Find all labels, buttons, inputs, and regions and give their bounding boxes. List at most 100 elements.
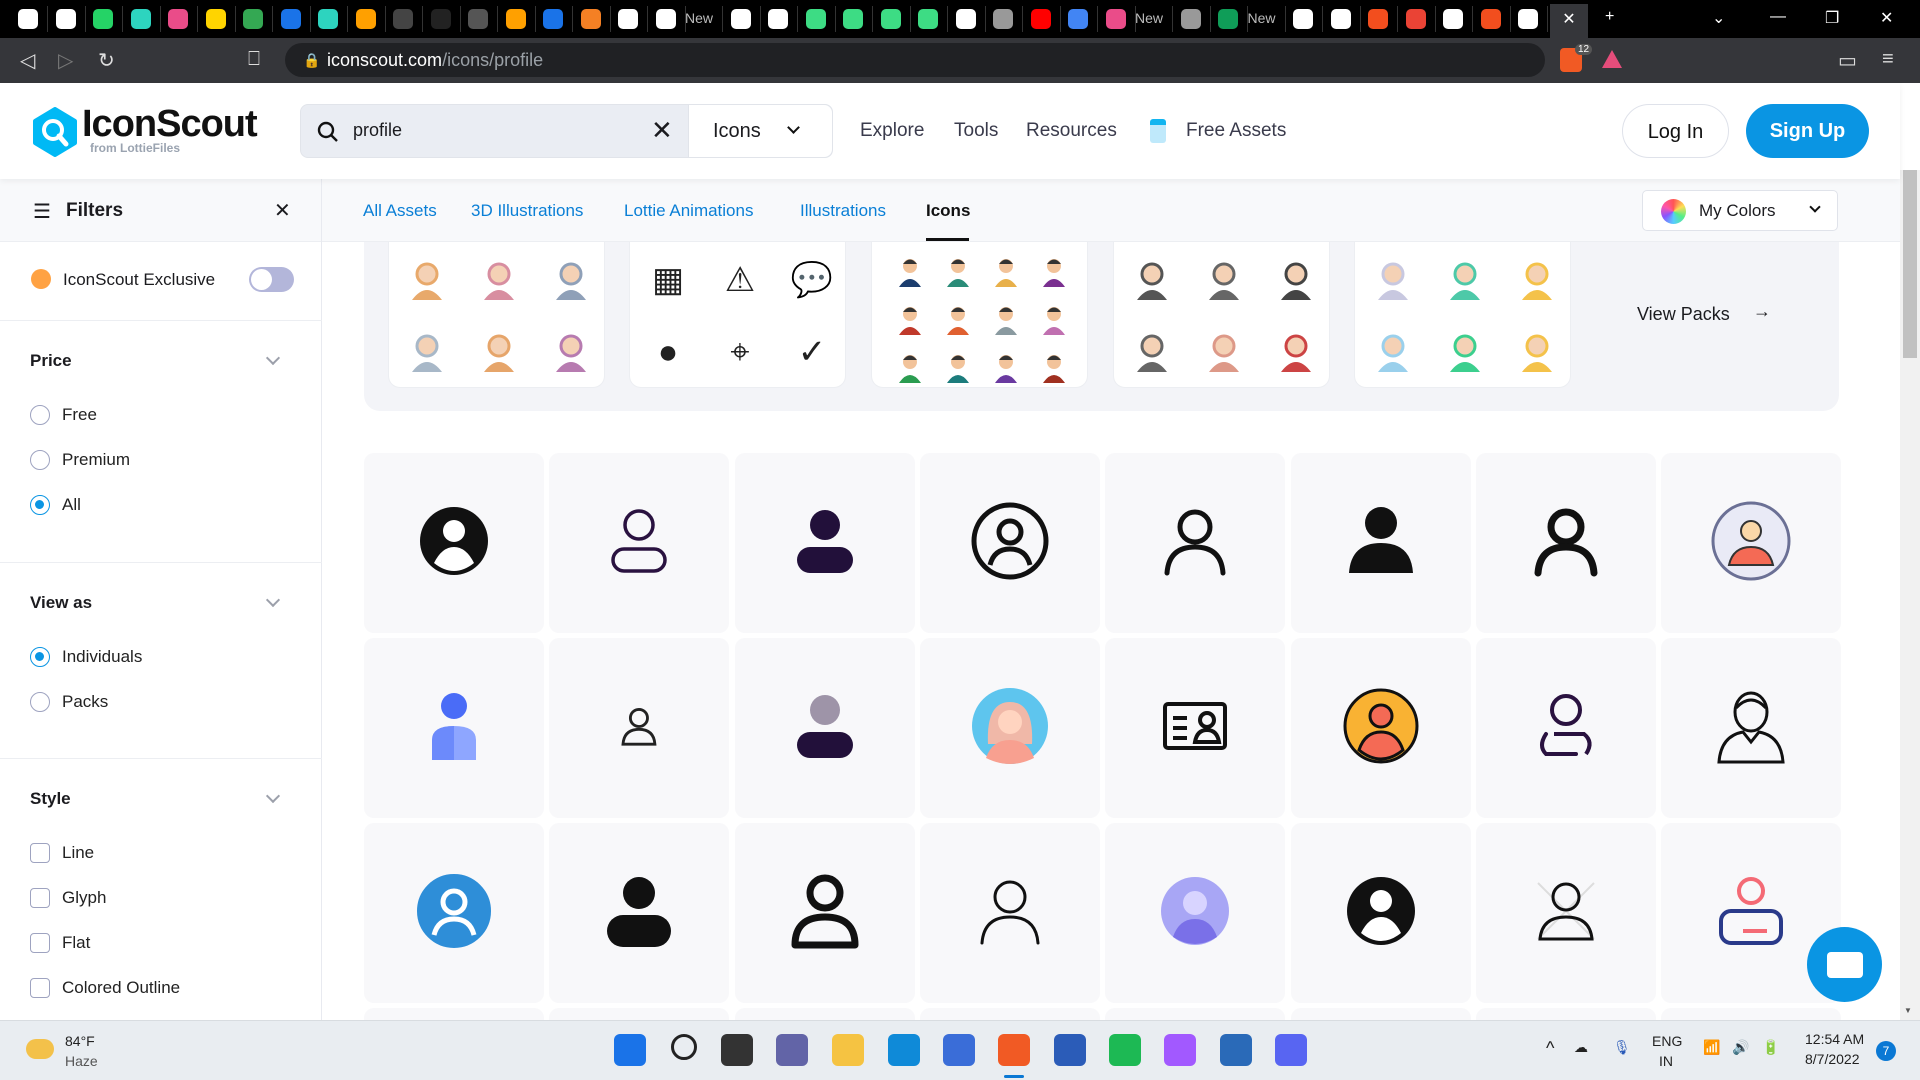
tab-favicon-icon[interactable] [1443,9,1463,29]
back-icon[interactable]: ◁ [20,48,35,73]
icon-result-card[interactable] [734,1008,915,1020]
brave-icon[interactable] [998,1034,1030,1066]
checkbox[interactable] [30,888,50,908]
search-icon[interactable] [671,1034,697,1060]
icon-result-card[interactable] [1661,638,1842,818]
icon-result-card[interactable] [1105,638,1286,818]
icon-result-card[interactable] [1290,453,1471,633]
discord-icon[interactable] [1275,1034,1307,1066]
icon-result-card[interactable] [1105,823,1286,1003]
radio[interactable] [30,405,50,425]
icon-result-card[interactable] [1290,823,1471,1003]
windows-start-icon[interactable] [614,1034,646,1066]
style-flat[interactable]: Flat [30,933,90,953]
tab-favicon-icon[interactable] [393,9,413,29]
spotify-icon[interactable] [1109,1034,1141,1066]
tab-illustrations[interactable]: Illustrations [800,201,886,221]
tab-favicon-icon[interactable] [1030,9,1051,29]
tab-favicon-icon[interactable] [318,9,338,29]
battery-icon[interactable]: 🔋 [1762,1039,1779,1056]
address-bar[interactable]: 🔒 iconscout.com/icons/profile [285,43,1545,77]
tab-favicon-icon[interactable] [580,9,601,29]
tab-favicon-icon[interactable] [55,9,76,29]
tab-favicon-icon[interactable] [730,9,751,29]
wallet-icon[interactable]: ▭ [1838,48,1857,73]
tab-search-icon[interactable]: ⌄ [1712,8,1725,28]
tab-favicon-icon[interactable] [468,9,488,29]
radio[interactable] [30,450,50,470]
teams-chat-icon[interactable] [776,1034,808,1066]
style-glyph[interactable]: Glyph [30,888,106,908]
icon-pack-card[interactable] [1113,242,1330,388]
price-free[interactable]: Free [30,405,97,425]
scrollbar-thumb[interactable] [1903,170,1917,358]
microphone-icon[interactable]: 🎙 [1613,1039,1631,1056]
tab-favicon-icon[interactable] [768,9,788,29]
tab-favicon-icon[interactable] [18,9,38,29]
close-window-icon[interactable]: ✕ [1880,8,1893,28]
tab-3d-illustrations[interactable]: 3D Illustrations [471,201,583,221]
radio-selected[interactable] [30,495,50,515]
exclusive-toggle[interactable] [249,267,294,292]
icon-result-card[interactable] [1105,1008,1286,1020]
icon-pack-card[interactable] [388,242,605,388]
tab-favicon-icon[interactable] [505,9,526,29]
checkbox[interactable] [30,933,50,953]
radio-selected[interactable] [30,647,50,667]
tab-favicon-icon[interactable] [993,9,1013,29]
icon-result-card[interactable] [1105,453,1286,633]
icon-result-card[interactable] [1290,1008,1471,1020]
view-packs[interactable]: Packs [30,692,108,712]
icon-pack-card[interactable]: ▦ ⚠ 💬 ● ⌖ ✓ [629,242,846,388]
my-colors-button[interactable]: My Colors [1642,190,1838,231]
icon-result-card[interactable] [549,1008,730,1020]
iconscout-logo-icon[interactable] [30,107,80,157]
icon-result-card[interactable] [734,453,915,633]
word-icon[interactable] [1054,1034,1086,1066]
view-individuals[interactable]: Individuals [30,647,142,667]
tab-title[interactable]: New [685,10,713,26]
tab-favicon-icon[interactable] [1218,9,1238,29]
tab-title[interactable]: New [1135,10,1163,26]
icon-result-card[interactable] [364,1008,544,1020]
close-filters-icon[interactable]: ✕ [274,198,291,223]
icon-result-card[interactable] [364,453,544,633]
tab-favicon-icon[interactable] [843,9,863,29]
tab-favicon-icon[interactable] [1068,9,1088,29]
icon-result-card[interactable] [1290,638,1471,818]
volume-icon[interactable]: 🔊 [1732,1039,1749,1056]
tab-favicon-icon[interactable] [1368,9,1388,29]
icon-result-card[interactable] [364,638,544,818]
tab-favicon-icon[interactable] [243,9,263,29]
tab-favicon-icon[interactable] [1480,9,1501,29]
tab-favicon-icon[interactable] [168,9,188,29]
tab-favicon-icon[interactable] [280,9,301,29]
tab-favicon-icon[interactable] [918,9,938,29]
checkbox[interactable] [30,843,50,863]
icon-result-card[interactable] [549,823,730,1003]
tab-favicon-icon[interactable] [618,9,638,29]
file-explorer-icon[interactable] [832,1034,864,1066]
icon-result-card[interactable] [549,638,730,818]
view-as-chevron-icon[interactable] [265,592,281,608]
nav-resources[interactable]: Resources [1026,120,1117,142]
price-all[interactable]: All [30,495,81,515]
tab-icons[interactable]: Icons [926,201,970,221]
notification-badge[interactable]: 7 [1876,1041,1896,1061]
tab-favicon-icon[interactable] [955,9,976,29]
icon-result-card[interactable] [919,453,1100,633]
icon-result-card[interactable] [1475,453,1656,633]
tab-lottie-animations[interactable]: Lottie Animations [624,201,753,221]
bookmark-icon[interactable]: ⎕ [248,48,260,71]
figma-icon[interactable] [1164,1034,1196,1066]
radio[interactable] [30,692,50,712]
view-packs-link[interactable]: View Packs [1637,304,1730,325]
restore-icon[interactable]: ❐ [1825,8,1839,28]
icon-result-card[interactable] [1661,1008,1842,1020]
tab-favicon-icon[interactable] [1405,9,1426,29]
tab-favicon-icon[interactable] [1518,9,1538,29]
tab-favicon-icon[interactable] [130,9,151,29]
minimize-icon[interactable]: — [1770,8,1786,26]
nav-free-assets[interactable]: Free Assets [1186,120,1286,142]
mail-icon[interactable] [1220,1034,1252,1066]
